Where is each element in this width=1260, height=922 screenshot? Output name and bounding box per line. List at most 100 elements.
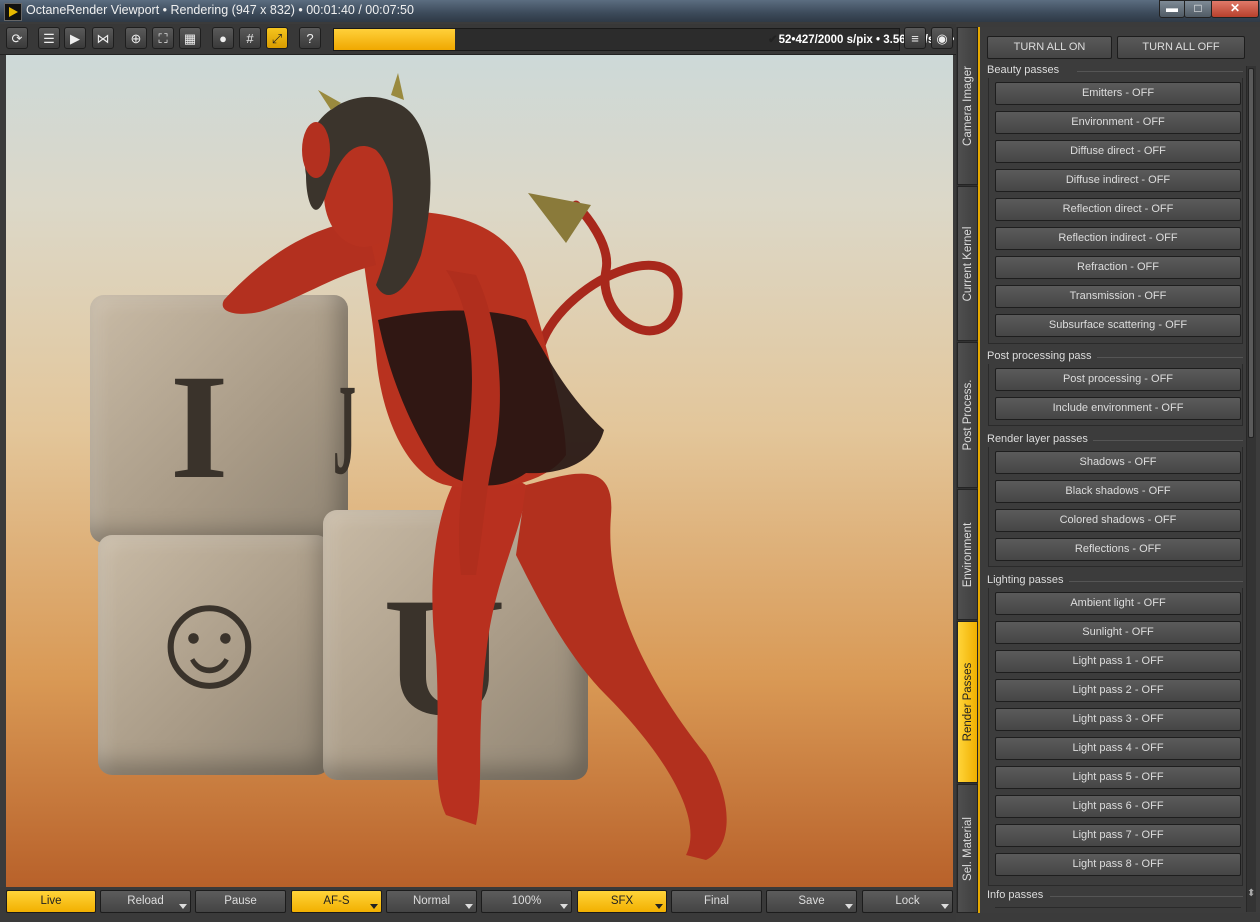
turn-all-on-button[interactable]: TURN ALL ON (987, 36, 1112, 59)
camera-icon: ◉ (936, 31, 948, 46)
normal-button[interactable]: Normal (386, 890, 477, 913)
pass-button-reflections[interactable]: Reflections - OFF (995, 538, 1241, 561)
pass-button-reflection-indirect[interactable]: Reflection indirect - OFF (995, 227, 1241, 250)
pass-button-reflection-direct[interactable]: Reflection direct - OFF (995, 198, 1241, 221)
pass-button-diffuse-indirect[interactable]: Diffuse indirect - OFF (995, 169, 1241, 192)
tab-camera-imager[interactable]: Camera Imager (957, 27, 978, 185)
final-button[interactable]: Final (671, 890, 762, 913)
tab-current-kernel[interactable]: Current Kernel (957, 186, 978, 341)
dropdown-arrow-icon (655, 904, 663, 909)
af-s-button[interactable]: AF-S (291, 890, 382, 913)
section-title-post-processing: Post processing pass (987, 350, 1092, 362)
sfx-label: SFX (610, 895, 634, 907)
pass-button-light-pass-8[interactable]: Light pass 8 - OFF (995, 853, 1241, 876)
pass-button-ambient-light[interactable]: Ambient light - OFF (995, 592, 1241, 615)
panel-scrollbar[interactable] (1246, 66, 1256, 912)
pass-button-post-processing[interactable]: Post processing - OFF (995, 368, 1241, 391)
viewport-toolbar: ⟳ ☰ ▶ ⋈ ⊕ ⛶ ▦ ● # ⤢ ? ✔52•427/2000 s/pix… (0, 24, 1147, 55)
tab-post-process[interactable]: Post Process. (957, 342, 978, 488)
section-title-beauty: Beauty passes (987, 64, 1060, 76)
pass-button-light-pass-7[interactable]: Light pass 7 - OFF (995, 824, 1241, 847)
snapshot-button[interactable]: ◉ (931, 27, 953, 49)
pass-button-light-pass-2[interactable]: Light pass 2 - OFF (995, 679, 1241, 702)
pass-button-light-pass-4[interactable]: Light pass 4 - OFF (995, 737, 1241, 760)
pass-button-subsurface-scattering[interactable]: Subsurface scattering - OFF (995, 314, 1241, 337)
section-title-info: Info passes (987, 889, 1044, 901)
toolbar-button-1[interactable]: ☰ (38, 27, 60, 49)
dropdown-arrow-icon (370, 904, 378, 909)
reload-button[interactable]: Reload (100, 890, 191, 913)
section-divider (1077, 71, 1243, 72)
pass-button-light-pass-3[interactable]: Light pass 3 - OFF (995, 708, 1241, 731)
pass-button-light-pass-1[interactable]: Light pass 1 - OFF (995, 650, 1241, 673)
viewport-bottom-bar: Live Reload Pause AF-S Normal 100% SFX F… (0, 887, 956, 922)
grid-view-icon: ▦ (183, 31, 197, 46)
pass-button-diffuse-direct[interactable]: Diffuse direct - OFF (995, 140, 1241, 163)
list-icon: ≡ (911, 31, 919, 46)
scroll-thumb[interactable] (1248, 68, 1254, 438)
turn-all-off-button[interactable]: TURN ALL OFF (1117, 36, 1245, 59)
pass-button-emitters[interactable]: Emitters - OFF (995, 82, 1241, 105)
live-button[interactable]: Live (6, 890, 96, 913)
side-tabs: Camera Imager Current Kernel Post Proces… (956, 27, 979, 913)
render-viewport[interactable]: I J ☺ U (6, 55, 953, 887)
toolbar-button-5[interactable]: ⛶ (152, 27, 174, 49)
close-button[interactable]: ✕ (1211, 0, 1259, 18)
pass-button-shadows[interactable]: Shadows - OFF (995, 451, 1241, 474)
reset-render-icon: ⟳ (11, 31, 23, 46)
help-icon: ? (306, 31, 314, 46)
grid-icon: # (246, 31, 254, 46)
dropdown-arrow-icon (845, 904, 853, 909)
lock-button[interactable]: Lock (862, 890, 953, 913)
right-leg (516, 473, 727, 860)
tab-sel-material[interactable]: Sel. Material (957, 784, 978, 913)
tab-environment[interactable]: Environment (957, 489, 978, 620)
fit-view-icon: ⛶ (158, 31, 168, 46)
pass-button-include-environment[interactable]: Include environment - OFF (995, 397, 1241, 420)
tab-label: Current Kernel (961, 226, 974, 301)
toolbar-button-7[interactable]: ● (212, 27, 234, 49)
zoom-button[interactable]: 100% (481, 890, 572, 913)
pick-focus-icon: ⊕ (130, 31, 142, 46)
save-label: Save (798, 895, 825, 907)
zoom-label: 100% (511, 895, 542, 907)
toolbar-button-0[interactable]: ⟳ (6, 27, 28, 49)
toolbar-button-10[interactable]: ? (299, 27, 321, 49)
sfx-button[interactable]: SFX (577, 890, 667, 913)
normal-label: Normal (412, 895, 451, 907)
pass-button-light-pass-6[interactable]: Light pass 6 - OFF (995, 795, 1241, 818)
tab-render-passes[interactable]: Render Passes (957, 621, 978, 783)
pass-button-transmission[interactable]: Transmission - OFF (995, 285, 1241, 308)
maximize-button[interactable]: □ (1184, 0, 1212, 18)
tail-tip (528, 193, 591, 243)
pass-button-light-pass-5[interactable]: Light pass 5 - OFF (995, 766, 1241, 789)
pass-button-black-shadows[interactable]: Black shadows - OFF (995, 480, 1241, 503)
pass-button-sunlight[interactable]: Sunlight - OFF (995, 621, 1241, 644)
toolbar-button-9[interactable]: ⤢ (266, 27, 288, 49)
final-label: Final (704, 895, 729, 907)
toolbar-button-3[interactable]: ⋈ (92, 27, 114, 49)
pass-list-button[interactable]: ≡ (904, 27, 926, 49)
toolbar-button-8[interactable]: # (239, 27, 261, 49)
send-to-octane-icon: ▶ (70, 31, 80, 46)
tab-label: Camera Imager (961, 66, 974, 146)
toolbar-button-6[interactable]: ▦ (179, 27, 201, 49)
scroll-grip-icon[interactable]: ⬍ (1247, 888, 1255, 908)
dropdown-arrow-icon (560, 904, 568, 909)
toolbar-button-2[interactable]: ▶ (64, 27, 86, 49)
resize-arrow-icon: ⤢ (271, 31, 283, 46)
minimize-button[interactable]: ▬ (1159, 0, 1185, 18)
render-progress-bar: ✔52•427/2000 s/pix • 3.56 Ms/sec • 1115/… (333, 28, 1147, 51)
save-button[interactable]: Save (766, 890, 857, 913)
pause-button[interactable]: Pause (195, 890, 286, 913)
section-divider (1097, 357, 1243, 358)
section-title-lighting: Lighting passes (987, 574, 1064, 586)
hand (302, 122, 330, 178)
tab-label: Sel. Material (961, 816, 974, 881)
section-divider (1050, 896, 1243, 897)
pass-button-colored-shadows[interactable]: Colored shadows - OFF (995, 509, 1241, 532)
toolbar-button-4[interactable]: ⊕ (125, 27, 147, 49)
pass-button-environment[interactable]: Environment - OFF (995, 111, 1241, 134)
octane-app-icon (4, 3, 22, 21)
pass-button-refraction[interactable]: Refraction - OFF (995, 256, 1241, 279)
